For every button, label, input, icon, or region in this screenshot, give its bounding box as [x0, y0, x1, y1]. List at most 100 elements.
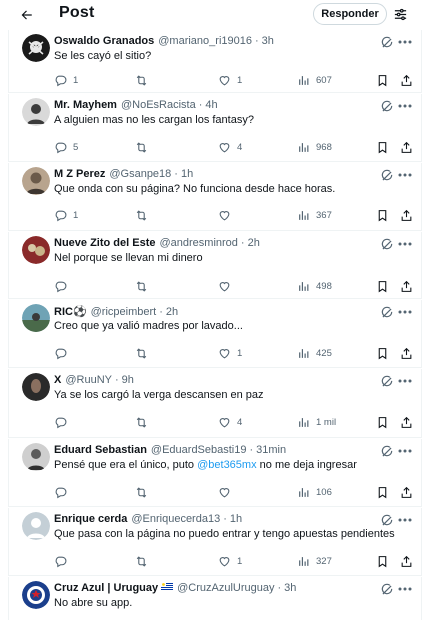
avatar[interactable] [22, 167, 50, 195]
author-handle[interactable]: @RuuNY [65, 374, 112, 386]
reply-post[interactable]: Nueve Zito del Este @andresminrod · 2h N… [8, 232, 422, 299]
reply-post[interactable]: M Z Perez @Gsanpe18 · 1h Que onda con su… [8, 163, 422, 231]
author-handle[interactable]: @EduardSebasti19 [151, 444, 247, 456]
reply-action[interactable] [54, 345, 73, 361]
more-options-icon[interactable] [397, 34, 413, 50]
post-time[interactable]: 4h [205, 99, 217, 111]
like-action[interactable]: 1 [218, 72, 242, 88]
reply-post[interactable]: Cruz Azul | Uruguay @CruzAzulUruguay · 3… [8, 577, 422, 620]
bookmark-action[interactable] [376, 207, 389, 223]
author-handle[interactable]: @CruzAzulUruguay [177, 582, 274, 594]
author-name[interactable]: X [54, 374, 61, 386]
post-time[interactable]: 1h [181, 168, 193, 180]
reply-post[interactable]: Enrique cerda @Enriquecerda13 · 1h Que p… [8, 508, 422, 576]
views-action[interactable]: 367 [297, 207, 332, 223]
like-action[interactable] [218, 278, 237, 294]
post-time[interactable]: 1h [230, 513, 242, 525]
reply-action[interactable]: 1 [54, 207, 78, 223]
more-options-icon[interactable] [397, 304, 413, 320]
bookmark-action[interactable] [376, 345, 389, 361]
reply-post[interactable]: Oswaldo Granados @mariano_ri19016 · 3h S… [8, 30, 422, 93]
author-name[interactable]: Eduard Sebastian [54, 444, 147, 456]
author-handle[interactable]: @mariano_ri19016 [158, 35, 252, 47]
grok-icon[interactable] [380, 306, 394, 320]
bookmark-action[interactable] [376, 278, 389, 294]
more-options-icon[interactable] [397, 512, 413, 528]
more-options-icon[interactable] [397, 236, 413, 252]
views-action[interactable]: 498 [297, 278, 332, 294]
author-name[interactable]: Enrique cerda [54, 513, 127, 525]
sliders-settings-icon[interactable] [391, 5, 409, 23]
avatar[interactable] [22, 98, 50, 126]
views-action[interactable]: 425 [297, 345, 332, 361]
more-options-icon[interactable] [397, 167, 413, 183]
reply-action[interactable] [54, 553, 73, 569]
repost-action[interactable] [135, 553, 154, 569]
avatar[interactable] [22, 304, 50, 332]
like-action[interactable]: 1 [218, 553, 242, 569]
avatar[interactable] [22, 443, 50, 471]
share-action[interactable] [400, 345, 413, 361]
grok-icon[interactable] [380, 36, 394, 50]
grok-icon[interactable] [380, 514, 394, 528]
reply-action[interactable] [54, 278, 73, 294]
bookmark-action[interactable] [376, 139, 389, 155]
views-action[interactable]: 106 [297, 484, 332, 500]
bookmark-action[interactable] [376, 414, 389, 430]
repost-action[interactable] [135, 345, 154, 361]
views-action[interactable]: 327 [297, 553, 332, 569]
post-time[interactable]: 9h [122, 374, 134, 386]
like-action[interactable]: 1 [218, 345, 242, 361]
reply-button[interactable]: Responder [313, 3, 387, 25]
avatar[interactable] [22, 34, 50, 62]
like-action[interactable] [218, 484, 237, 500]
share-action[interactable] [400, 278, 413, 294]
repost-action[interactable] [135, 207, 154, 223]
reply-post[interactable]: Mr. Mayhem @NoEsRacista · 4h A alguien m… [8, 94, 422, 162]
more-options-icon[interactable] [397, 443, 413, 459]
grok-icon[interactable] [380, 238, 394, 252]
reply-post[interactable]: RIC⚽ @ricpeimbert · 2h Creo que ya valió… [8, 300, 422, 368]
views-action[interactable]: 607 [297, 72, 332, 88]
like-action[interactable] [218, 207, 237, 223]
more-options-icon[interactable] [397, 98, 413, 114]
author-name[interactable]: Nueve Zito del Este [54, 237, 155, 249]
avatar[interactable] [22, 236, 50, 264]
post-time[interactable]: 2h [248, 237, 260, 249]
more-options-icon[interactable] [397, 373, 413, 389]
repost-action[interactable] [135, 139, 154, 155]
share-action[interactable] [400, 72, 413, 88]
share-action[interactable] [400, 553, 413, 569]
more-options-icon[interactable] [397, 581, 413, 597]
author-handle[interactable]: @NoEsRacista [121, 99, 196, 111]
grok-icon[interactable] [380, 375, 394, 389]
author-name[interactable]: Oswaldo Granados [54, 35, 154, 47]
author-handle[interactable]: @Enriquecerda13 [131, 513, 220, 525]
views-action[interactable]: 968 [297, 139, 332, 155]
author-name[interactable]: M Z Perez [54, 168, 105, 180]
grok-icon[interactable] [380, 100, 394, 114]
reply-action[interactable]: 5 [54, 139, 78, 155]
author-name[interactable]: Mr. Mayhem [54, 99, 117, 111]
reply-post[interactable]: X @RuuNY · 9h Ya se los cargó la verga d… [8, 369, 422, 438]
author-name[interactable]: RIC⚽ [54, 305, 87, 318]
author-handle[interactable]: @andresminrod [159, 237, 237, 249]
share-action[interactable] [400, 414, 413, 430]
like-action[interactable]: 4 [218, 414, 242, 430]
grok-icon[interactable] [380, 169, 394, 183]
reply-action[interactable]: 1 [54, 72, 78, 88]
views-action[interactable]: 1 mil [297, 414, 336, 430]
post-time[interactable]: 31min [256, 444, 286, 456]
repost-action[interactable] [135, 484, 154, 500]
post-time[interactable]: 2h [166, 306, 178, 318]
author-name[interactable]: Cruz Azul | Uruguay [54, 582, 158, 594]
grok-icon[interactable] [380, 583, 394, 597]
bookmark-action[interactable] [376, 484, 389, 500]
reply-action[interactable] [54, 484, 73, 500]
back-arrow-icon[interactable] [14, 5, 38, 25]
avatar[interactable] [22, 512, 50, 540]
reply-post[interactable]: Eduard Sebastian @EduardSebasti19 · 31mi… [8, 439, 422, 507]
avatar[interactable] [22, 373, 50, 401]
share-action[interactable] [400, 207, 413, 223]
avatar[interactable] [22, 581, 50, 609]
